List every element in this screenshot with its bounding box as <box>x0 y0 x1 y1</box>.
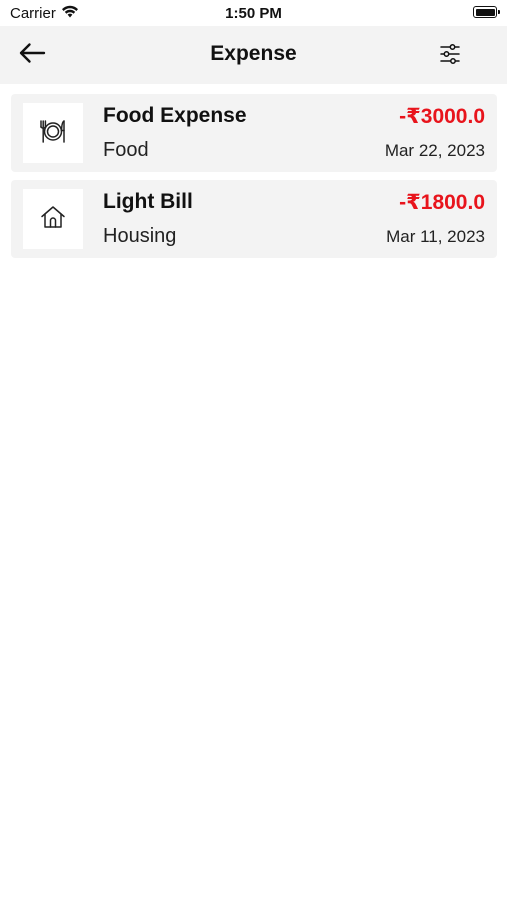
expense-title: Light Bill <box>103 190 193 213</box>
sliders-icon <box>439 43 461 70</box>
expense-title: Food Expense <box>103 104 247 127</box>
expense-amount: -₹1800.0 <box>399 191 485 214</box>
expense-category: Food <box>103 139 149 161</box>
status-time: 1:50 PM <box>225 5 282 22</box>
expense-date: Mar 11, 2023 <box>386 227 485 246</box>
expense-category: Housing <box>103 225 177 247</box>
list-item[interactable]: Food Expense Food -₹3000.0 Mar 22, 2023 <box>11 94 497 172</box>
battery-icon <box>473 6 500 18</box>
category-icon-box <box>23 189 83 249</box>
house-icon <box>39 203 67 236</box>
category-icon-box <box>23 103 83 163</box>
filter-button[interactable] <box>435 41 465 71</box>
status-bar: Carrier 1:50 PM <box>0 0 507 26</box>
navigation-bar: Expense <box>0 26 507 84</box>
expense-list: Food Expense Food -₹3000.0 Mar 22, 2023 … <box>11 94 497 266</box>
list-item[interactable]: Light Bill Housing -₹1800.0 Mar 11, 2023 <box>11 180 497 258</box>
page-title: Expense <box>210 42 297 65</box>
plate-cutlery-icon <box>38 116 68 151</box>
expense-amount: -₹3000.0 <box>399 105 485 128</box>
expense-date: Mar 22, 2023 <box>384 141 485 160</box>
